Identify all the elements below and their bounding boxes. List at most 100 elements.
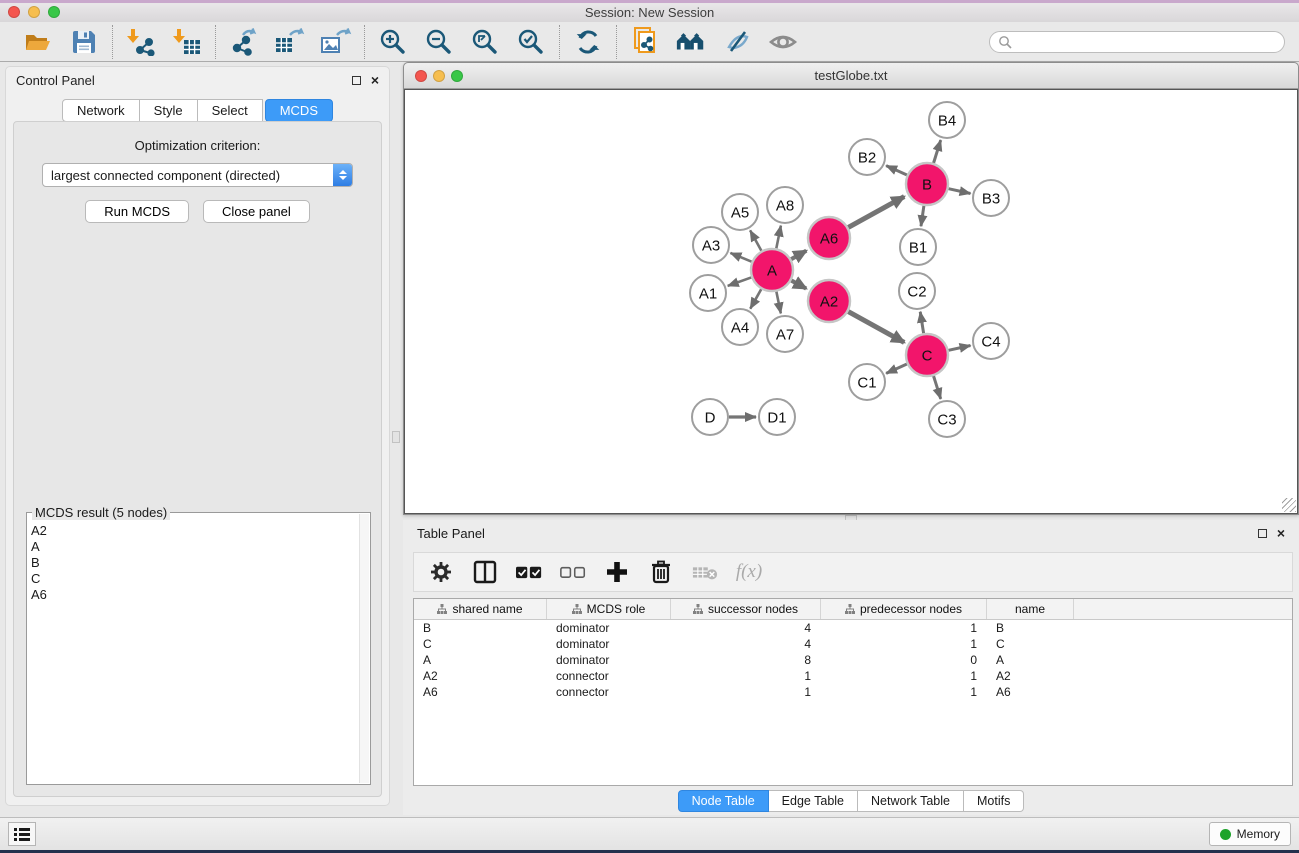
save-session-icon[interactable] xyxy=(68,27,100,57)
table-row[interactable]: Adominator80A xyxy=(414,652,1292,668)
table-cell[interactable]: 1 xyxy=(821,684,987,700)
graph-node-B1[interactable]: B1 xyxy=(900,229,936,265)
add-column-icon[interactable] xyxy=(604,559,630,585)
mcds-result-item[interactable]: B xyxy=(31,555,370,571)
task-history-icon[interactable] xyxy=(8,822,36,846)
table-cell[interactable]: connector xyxy=(547,684,671,700)
node-table[interactable]: shared nameMCDS rolesuccessor nodesprede… xyxy=(413,598,1293,786)
search-field[interactable] xyxy=(989,31,1285,53)
edge-C-C3[interactable] xyxy=(934,376,941,399)
reset-view-icon[interactable] xyxy=(675,27,707,57)
tab-style[interactable]: Style xyxy=(140,99,198,122)
graph-node-A[interactable]: A xyxy=(751,249,793,291)
graph-node-C[interactable]: C xyxy=(906,334,948,376)
vertical-splitter-handle[interactable] xyxy=(392,431,400,443)
mcds-result-item[interactable]: C xyxy=(31,571,370,587)
table-cell[interactable]: 1 xyxy=(671,668,821,684)
table-row[interactable]: Cdominator41C xyxy=(414,636,1292,652)
graph-node-B4[interactable]: B4 xyxy=(929,102,965,138)
tab-mcds[interactable]: MCDS xyxy=(265,99,333,122)
table-cell[interactable]: dominator xyxy=(547,636,671,652)
table-row[interactable]: Bdominator41B xyxy=(414,620,1292,636)
graph-node-A7[interactable]: A7 xyxy=(767,316,803,352)
graph-node-D1[interactable]: D1 xyxy=(759,399,795,435)
tab-select[interactable]: Select xyxy=(198,99,263,122)
table-cell[interactable]: A2 xyxy=(987,668,1074,684)
edge-A-A8[interactable] xyxy=(776,226,781,249)
edge-C-C2[interactable] xyxy=(920,312,923,334)
apply-layout-icon[interactable] xyxy=(572,27,604,57)
close-panel-icon[interactable]: × xyxy=(371,75,379,85)
edge-A-A3[interactable] xyxy=(730,253,751,262)
graph-node-B2[interactable]: B2 xyxy=(849,139,885,175)
table-cell[interactable]: B xyxy=(414,620,547,636)
search-input[interactable] xyxy=(1012,35,1276,49)
table-float-panel-icon[interactable] xyxy=(1258,529,1267,538)
graph-node-A4[interactable]: A4 xyxy=(722,309,758,345)
table-cell[interactable]: C xyxy=(987,636,1074,652)
table-cell[interactable]: 1 xyxy=(821,620,987,636)
table-cell[interactable]: 0 xyxy=(821,652,987,668)
table-cell[interactable]: B xyxy=(987,620,1074,636)
graph-node-C2[interactable]: C2 xyxy=(899,273,935,309)
edge-B-B2[interactable] xyxy=(886,166,907,175)
table-cell[interactable]: A2 xyxy=(414,668,547,684)
mcds-result-item[interactable]: A6 xyxy=(31,587,370,603)
edge-A-A5[interactable] xyxy=(750,230,761,250)
edge-C-C4[interactable] xyxy=(948,345,970,350)
memory-button[interactable]: Memory xyxy=(1209,822,1291,846)
graph-node-B[interactable]: B xyxy=(906,163,948,205)
zoom-in-icon[interactable] xyxy=(377,27,409,57)
edge-C-C1[interactable] xyxy=(886,364,907,373)
table-cell[interactable]: dominator xyxy=(547,620,671,636)
tab-edge-table[interactable]: Edge Table xyxy=(769,790,858,812)
network-close-button[interactable] xyxy=(415,70,427,82)
tab-motifs[interactable]: Motifs xyxy=(964,790,1024,812)
column-visibility-icon[interactable] xyxy=(472,559,498,585)
tab-network-table[interactable]: Network Table xyxy=(858,790,964,812)
edge-B-B4[interactable] xyxy=(934,140,941,163)
zoom-out-icon[interactable] xyxy=(423,27,455,57)
deselect-all-icon[interactable] xyxy=(560,559,586,585)
table-cell[interactable]: 1 xyxy=(821,668,987,684)
network-graph[interactable]: B4B2BB3A8A5A6A3B1AC2A1A2A4A7C4CC1C3DD1 xyxy=(405,90,1297,514)
delete-column-icon[interactable] xyxy=(648,559,674,585)
table-cell[interactable]: 1 xyxy=(671,684,821,700)
float-panel-icon[interactable] xyxy=(352,76,361,85)
table-cell[interactable]: C xyxy=(414,636,547,652)
table-settings-icon[interactable] xyxy=(428,559,454,585)
network-canvas[interactable]: B4B2BB3A8A5A6A3B1AC2A1A2A4A7C4CC1C3DD1 xyxy=(404,89,1298,514)
mcds-result-item[interactable]: A xyxy=(31,539,370,555)
table-cell[interactable]: A xyxy=(414,652,547,668)
edge-A2-C[interactable] xyxy=(848,312,904,343)
table-cell[interactable]: A6 xyxy=(414,684,547,700)
zoom-window-button[interactable] xyxy=(48,6,60,18)
edge-B-B1[interactable] xyxy=(921,206,924,226)
table-cell[interactable]: 4 xyxy=(671,636,821,652)
close-panel-button[interactable]: Close panel xyxy=(203,200,310,223)
run-mcds-button[interactable]: Run MCDS xyxy=(85,200,189,223)
graph-node-A1[interactable]: A1 xyxy=(690,275,726,311)
graph-node-B3[interactable]: B3 xyxy=(973,180,1009,216)
graph-node-A8[interactable]: A8 xyxy=(767,187,803,223)
criterion-select[interactable]: largest connected component (directed) xyxy=(42,163,353,187)
table-cell[interactable]: 8 xyxy=(671,652,821,668)
close-window-button[interactable] xyxy=(8,6,20,18)
result-scrollbar[interactable] xyxy=(359,514,369,783)
network-zoom-button[interactable] xyxy=(451,70,463,82)
table-row[interactable]: A2connector11A2 xyxy=(414,668,1292,684)
table-cell[interactable]: 1 xyxy=(821,636,987,652)
import-network-icon[interactable] xyxy=(125,27,157,57)
edge-A6-B[interactable] xyxy=(848,197,904,228)
graph-node-C3[interactable]: C3 xyxy=(929,401,965,437)
table-cell[interactable]: A6 xyxy=(987,684,1074,700)
open-file-icon[interactable] xyxy=(22,27,54,57)
mcds-result-item[interactable]: A2 xyxy=(31,523,370,539)
export-table-icon[interactable] xyxy=(274,27,306,57)
new-network-icon[interactable] xyxy=(629,27,661,57)
graph-node-D[interactable]: D xyxy=(692,399,728,435)
table-cell[interactable]: dominator xyxy=(547,652,671,668)
column-header-name[interactable]: name xyxy=(987,599,1074,619)
zoom-selected-icon[interactable] xyxy=(515,27,547,57)
edge-A-A7[interactable] xyxy=(776,292,780,314)
